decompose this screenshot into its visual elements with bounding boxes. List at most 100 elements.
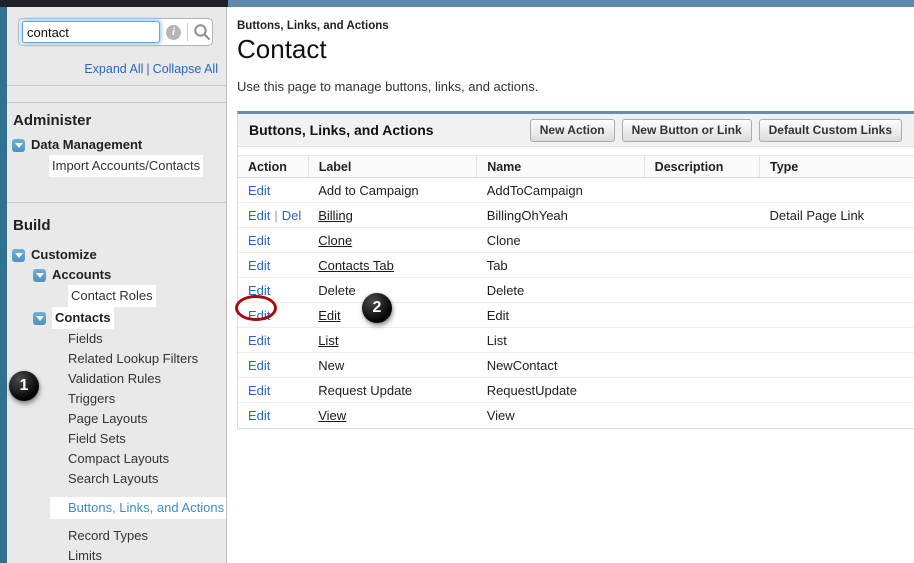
sidebar-item-accounts[interactable]: Accounts: [7, 265, 226, 285]
edit-link[interactable]: Edit: [248, 183, 270, 198]
type-cell: [760, 178, 914, 203]
table-row: EditViewView: [238, 403, 914, 428]
topbar-dark-segment: [0, 0, 228, 7]
action-cell: Edit: [238, 178, 308, 203]
description-cell: [644, 378, 759, 403]
action-cell: Edit|Del: [238, 203, 308, 228]
description-cell: [644, 228, 759, 253]
description-cell: [644, 278, 759, 303]
description-cell: [644, 303, 759, 328]
label-link[interactable]: List: [318, 333, 338, 348]
table-row: EditEditEdit: [238, 303, 914, 328]
column-header-action: Action: [238, 156, 308, 178]
sidebar-item-contacts[interactable]: Contacts: [7, 307, 226, 329]
sidebar-item-record-types[interactable]: Record Types: [7, 526, 226, 546]
table-row: EditAdd to CampaignAddToCampaign: [238, 178, 914, 203]
action-cell: Edit: [238, 228, 308, 253]
sidebar-item-label: Customize: [31, 245, 97, 265]
action-cell: Edit: [238, 378, 308, 403]
new-action-button[interactable]: New Action: [530, 119, 615, 142]
search-input[interactable]: [22, 21, 160, 43]
search-divider: [187, 23, 188, 41]
label-cell: List: [308, 328, 476, 353]
setup-sidebar: i Expand All| Collapse All Administer Data…: [7, 7, 227, 563]
sidebar-item-search-layouts[interactable]: Search Layouts: [7, 469, 226, 489]
edit-link[interactable]: Edit: [248, 208, 270, 223]
edit-link[interactable]: Edit: [248, 358, 270, 373]
collapse-all-link[interactable]: Collapse All: [153, 62, 218, 76]
label-link[interactable]: Billing: [318, 208, 353, 223]
page-title: Contact: [237, 34, 914, 65]
sidebar-item-label: Contacts: [52, 307, 114, 329]
magnifier-icon[interactable]: [193, 23, 211, 41]
chevron-down-icon[interactable]: [12, 139, 25, 152]
sidebar-item-label: Data Management: [31, 135, 142, 155]
sidebar-item-label: Buttons, Links, and Actions: [68, 497, 224, 519]
sidebar-section-build: BuildCustomizeAccountsContact RolesConta…: [7, 203, 226, 563]
expand-collapse-links: Expand All| Collapse All: [84, 62, 218, 76]
sidebar-item-data-management[interactable]: Data Management: [7, 135, 226, 155]
label-link[interactable]: Contacts Tab: [318, 258, 394, 273]
edit-link[interactable]: Edit: [248, 383, 270, 398]
name-cell: RequestUpdate: [477, 378, 644, 403]
default-custom-links-button[interactable]: Default Custom Links: [759, 119, 902, 142]
action-cell: Edit: [238, 328, 308, 353]
sidebar-item-label: Record Types: [68, 526, 148, 546]
label-link[interactable]: View: [318, 408, 346, 423]
sidebar-item-label: Limits: [68, 546, 102, 563]
table-row: EditCloneClone: [238, 228, 914, 253]
column-header-description: Description: [644, 156, 759, 178]
new-button-or-link-button[interactable]: New Button or Link: [622, 119, 752, 142]
main-content: Buttons, Links, and Actions Contact Use …: [228, 7, 914, 563]
sidebar-item-label: Fields: [68, 329, 103, 349]
table-row: EditNewNewContact: [238, 353, 914, 378]
intro-text: Use this page to manage buttons, links, …: [237, 79, 914, 94]
label-cell: Contacts Tab: [308, 253, 476, 278]
sidebar-item-triggers[interactable]: Triggers: [7, 389, 226, 409]
buttons-links-table: ActionLabelNameDescriptionType EditAdd t…: [238, 155, 914, 428]
action-cell: Edit: [238, 403, 308, 428]
sidebar-item-validation-rules[interactable]: Validation Rules: [7, 369, 226, 389]
description-cell: [644, 178, 759, 203]
sidebar-item-field-sets[interactable]: Field Sets: [7, 429, 226, 449]
label-text: Request Update: [308, 378, 476, 403]
chevron-down-icon[interactable]: [33, 312, 46, 325]
breadcrumb: Buttons, Links, and Actions: [237, 20, 914, 32]
sidebar-item-limits[interactable]: Limits: [7, 546, 226, 563]
name-cell: BillingOhYeah: [477, 203, 644, 228]
description-cell: [644, 203, 759, 228]
type-cell: [760, 328, 914, 353]
sidebar-gap-strip: [7, 86, 226, 103]
label-cell: Billing: [308, 203, 476, 228]
sidebar-heading-administer: Administer: [7, 110, 226, 132]
info-icon[interactable]: i: [166, 25, 181, 40]
edit-link[interactable]: Edit: [248, 333, 270, 348]
annotation-red-circle: [235, 295, 277, 321]
sidebar-item-fields[interactable]: Fields: [7, 329, 226, 349]
column-header-label: Label: [308, 156, 476, 178]
sidebar-item-import-accounts-contacts[interactable]: Import Accounts/Contacts: [7, 155, 226, 177]
sidebar-item-buttons-links-and-actions[interactable]: Buttons, Links, and Actions: [50, 497, 226, 519]
type-cell: [760, 228, 914, 253]
label-link[interactable]: Edit: [318, 308, 340, 323]
edit-link[interactable]: Edit: [248, 233, 270, 248]
sidebar-item-label: Validation Rules: [68, 369, 161, 389]
sidebar-item-page-layouts[interactable]: Page Layouts: [7, 409, 226, 429]
label-link[interactable]: Clone: [318, 233, 352, 248]
chevron-down-icon[interactable]: [33, 269, 46, 282]
name-cell: Delete: [477, 278, 644, 303]
description-cell: [644, 403, 759, 428]
sidebar-item-related-lookup-filters[interactable]: Related Lookup Filters: [7, 349, 226, 369]
sidebar-item-contact-roles[interactable]: Contact Roles: [7, 285, 226, 307]
edit-link[interactable]: Edit: [248, 258, 270, 273]
links-separator: |: [146, 62, 149, 76]
left-edge-strip: [0, 7, 7, 563]
edit-link[interactable]: Edit: [248, 408, 270, 423]
label-text: Delete: [308, 278, 476, 303]
del-link[interactable]: Del: [282, 208, 302, 223]
sidebar-section-administer: Administer Data ManagementImport Accounts…: [7, 103, 226, 203]
sidebar-item-customize[interactable]: Customize: [7, 245, 226, 265]
sidebar-item-compact-layouts[interactable]: Compact Layouts: [7, 449, 226, 469]
expand-all-link[interactable]: Expand All: [84, 62, 143, 76]
chevron-down-icon[interactable]: [12, 249, 25, 262]
